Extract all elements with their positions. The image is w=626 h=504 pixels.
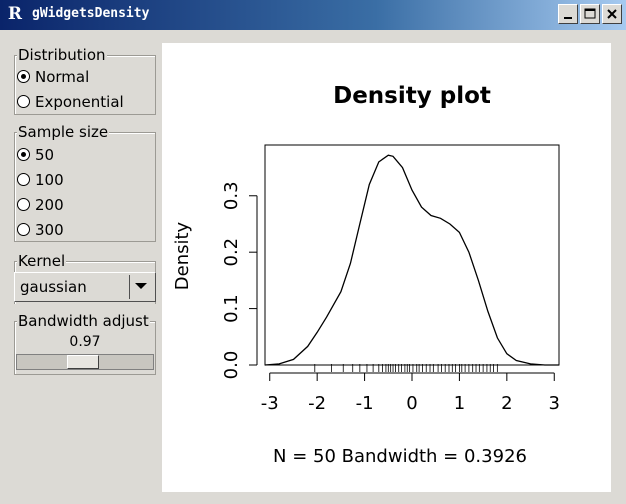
y-tick-label: 0.0 — [221, 351, 242, 380]
window-title: gWidgetsDensity — [32, 6, 150, 21]
radio-checked-icon — [17, 148, 30, 161]
radio-100[interactable]: 100 — [17, 169, 64, 191]
radio-unchecked-icon — [17, 95, 30, 108]
chevron-down-icon — [135, 283, 147, 289]
plot-frame — [264, 144, 560, 366]
x-tick-label: 1 — [454, 393, 465, 414]
kernel-select[interactable]: gaussian — [14, 272, 156, 302]
bandwidth-group: Bandwidth adjust 0.97 — [14, 312, 156, 375]
minimize-icon — [564, 17, 572, 19]
maximize-button[interactable] — [580, 4, 600, 24]
radio-unchecked-icon — [17, 173, 30, 186]
slider-thumb[interactable] — [67, 355, 99, 369]
radio-300-label: 300 — [35, 221, 64, 239]
radio-normal[interactable]: Normal — [17, 66, 89, 88]
close-button[interactable] — [602, 4, 622, 24]
minimize-button[interactable] — [558, 4, 578, 24]
y-tick-label: 0.1 — [221, 294, 242, 323]
radio-50[interactable]: 50 — [17, 144, 54, 166]
plot-canvas: Density plot Density N = 50 Bandwidth = … — [162, 43, 611, 492]
radio-normal-label: Normal — [35, 68, 90, 86]
y-tick-label: 0.2 — [221, 238, 242, 267]
distribution-group: Distribution Normal Exponential — [14, 46, 156, 115]
x-axis-label: N = 50 Bandwidth = 0.3926 — [273, 446, 527, 467]
radio-200-label: 200 — [35, 196, 64, 214]
x-tick-label: 2 — [501, 393, 512, 414]
x-tick-label: 0 — [406, 393, 417, 414]
sample-size-group: Sample size 50 100 200 300 — [14, 123, 156, 242]
radio-100-label: 100 — [35, 171, 64, 189]
x-tick-label: -1 — [356, 393, 374, 414]
radio-unchecked-icon — [17, 198, 30, 211]
dropdown-button[interactable] — [129, 275, 153, 299]
radio-checked-icon — [17, 70, 30, 83]
radio-300[interactable]: 300 — [17, 219, 64, 241]
bandwidth-label: Bandwidth adjust — [17, 312, 150, 330]
chart-title: Density plot — [333, 83, 491, 109]
x-tick-label: 3 — [549, 393, 560, 414]
y-axis-label: Density — [172, 221, 193, 290]
radio-200[interactable]: 200 — [17, 194, 64, 216]
bandwidth-value: 0.97 — [69, 334, 101, 350]
kernel-value: gaussian — [20, 278, 87, 296]
close-icon — [607, 9, 617, 19]
x-tick-label: -2 — [308, 393, 326, 414]
kernel-label: Kernel — [17, 252, 67, 270]
x-tick-label: -3 — [261, 393, 279, 414]
y-tick-label: 0.3 — [221, 181, 242, 210]
distribution-label: Distribution — [17, 46, 107, 64]
title-bar: R gWidgetsDensity — [0, 0, 626, 30]
bandwidth-slider[interactable] — [16, 354, 154, 370]
maximize-icon — [584, 8, 596, 19]
radio-unchecked-icon — [17, 223, 30, 236]
radio-exponential-label: Exponential — [35, 93, 124, 111]
sample-size-label: Sample size — [17, 123, 110, 141]
r-app-icon: R — [7, 4, 23, 24]
density-curve — [264, 154, 559, 366]
radio-exponential[interactable]: Exponential — [17, 91, 124, 113]
density-chart: Density plot Density N = 50 Bandwidth = … — [172, 83, 560, 467]
radio-50-label: 50 — [35, 146, 55, 164]
